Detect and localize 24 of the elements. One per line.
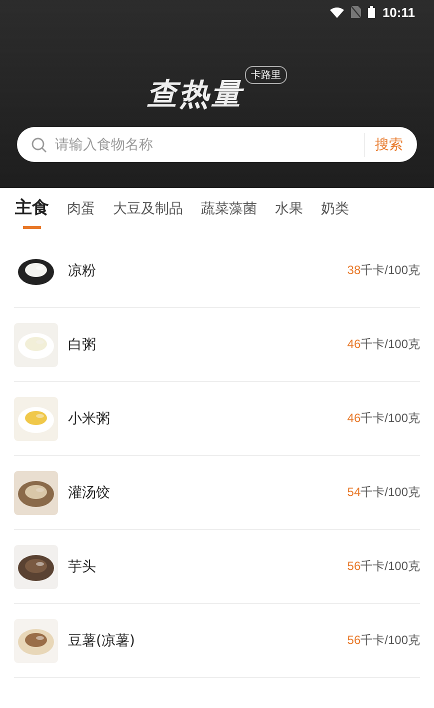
category-tab[interactable]: 奶类 bbox=[312, 194, 358, 228]
calorie-value: 38千卡/100克 bbox=[347, 262, 420, 279]
food-name: 白粥 bbox=[68, 336, 97, 354]
calorie-value: 46千卡/100克 bbox=[347, 336, 420, 353]
category-tab[interactable]: 蔬菜藻菌 bbox=[192, 194, 266, 228]
wifi-icon bbox=[330, 6, 344, 18]
food-name: 豆薯(凉薯) bbox=[68, 632, 136, 650]
search-icon bbox=[31, 136, 47, 152]
clock-time: 10:11 bbox=[382, 4, 415, 20]
category-tab[interactable]: 大豆及制品 bbox=[104, 194, 192, 228]
food-name: 灌汤饺 bbox=[68, 484, 111, 502]
food-name: 凉粉 bbox=[68, 262, 97, 280]
calorie-value: 54千卡/100克 bbox=[347, 484, 420, 501]
unit-badge: 卡路里 bbox=[245, 66, 287, 84]
food-name: 芋头 bbox=[68, 558, 97, 576]
calorie-value: 56千卡/100克 bbox=[347, 558, 420, 575]
category-tab[interactable]: 水果 bbox=[266, 194, 312, 228]
calorie-value: 56千卡/100克 bbox=[347, 632, 420, 649]
calorie-value: 46千卡/100克 bbox=[347, 410, 420, 427]
app-title: 查热量 bbox=[147, 76, 243, 114]
battery-icon bbox=[368, 6, 376, 18]
no-sim-icon bbox=[351, 6, 362, 18]
category-tab[interactable]: 肉蛋 bbox=[58, 194, 104, 228]
food-name: 小米粥 bbox=[68, 410, 111, 428]
